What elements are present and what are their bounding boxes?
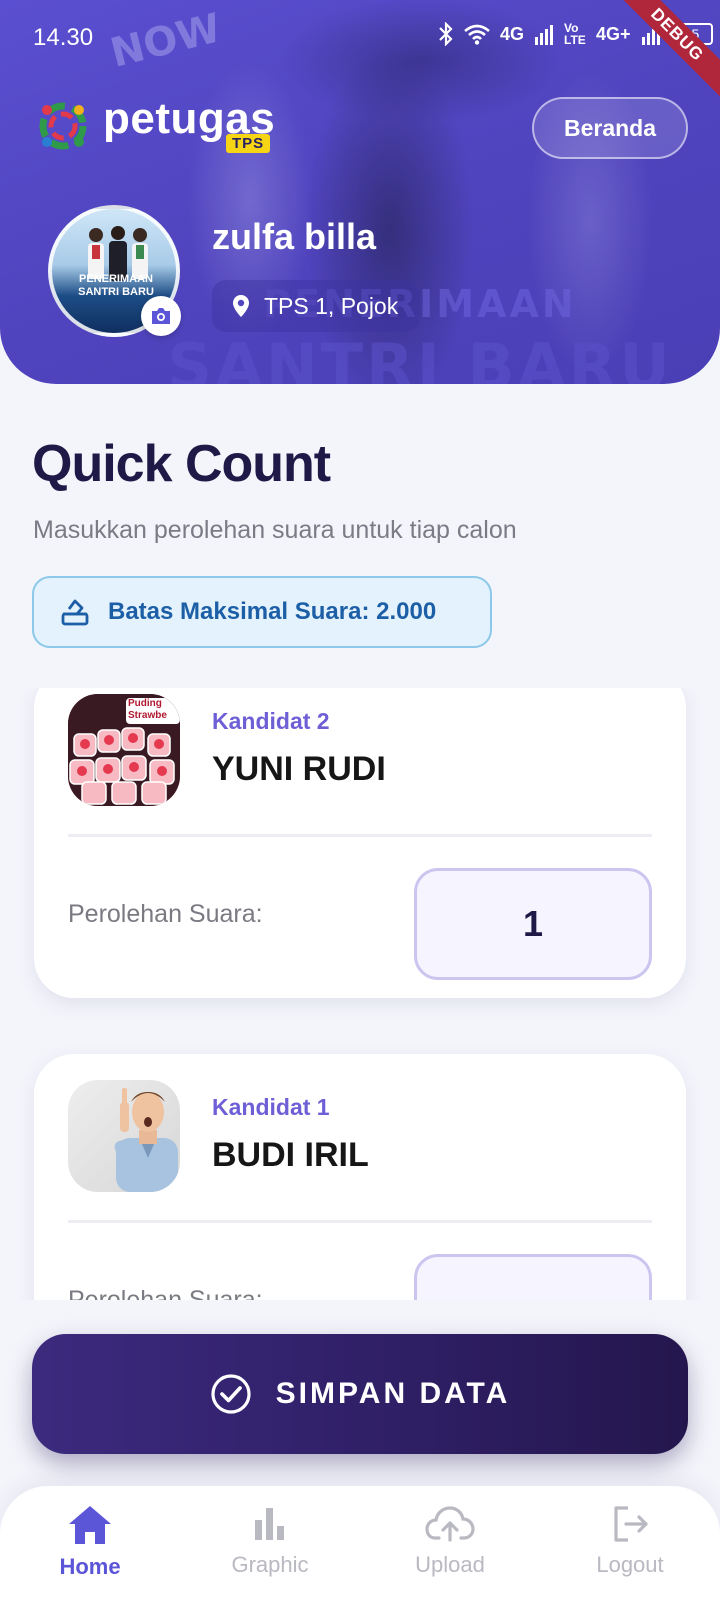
camera-icon xyxy=(152,308,170,324)
divider xyxy=(68,1220,652,1223)
profile-header: NOW PENERIMAAN SANTRI BARU 14.30 4G Vo L… xyxy=(0,0,720,384)
nav-upload-label: Upload xyxy=(415,1552,485,1577)
nav-graphic-label: Graphic xyxy=(231,1552,309,1577)
nav-logout-label: Logout xyxy=(596,1552,664,1577)
vote-limit-info: Batas Maksimal Suara: 2.000 xyxy=(32,576,492,648)
vote-label: Perolehan Suara: xyxy=(68,1286,263,1300)
location-chip: TPS 1, Pojok xyxy=(212,280,421,332)
location-pin-icon xyxy=(233,295,249,317)
candidate-photo-image xyxy=(114,1088,178,1192)
network-label: 4G xyxy=(500,23,525,44)
nav-home-label: Home xyxy=(59,1554,121,1579)
avatar-caption: PENERIMAAN SANTRI BARU xyxy=(78,273,154,298)
divider xyxy=(68,834,652,837)
bar-chart-icon xyxy=(255,1508,284,1540)
candidate-photo xyxy=(68,1080,180,1192)
page-subtitle: Masukkan perolehan suara untuk tiap calo… xyxy=(33,516,517,544)
cloud-upload-icon xyxy=(425,1506,475,1542)
candidate-photo-caption: Puding Strawbe xyxy=(128,698,167,721)
network2-label: 4G+ xyxy=(596,23,631,44)
candidate-card: Puding Strawbe Kandidat 2 YUNI RUDI Pero… xyxy=(34,688,686,998)
logo-mark-icon xyxy=(39,102,87,150)
candidate-list[interactable]: Puding Strawbe Kandidat 2 YUNI RUDI Pero… xyxy=(0,688,720,1300)
status-bar: 14.30 4G Vo LTE 4G+ 15 DEBUG xyxy=(0,0,720,105)
bluetooth-icon xyxy=(439,22,453,46)
bottom-navigation: Home Graphic Upload Logout xyxy=(0,1486,720,1600)
nav-logout[interactable]: Logout xyxy=(560,1504,700,1594)
save-data-button[interactable]: SIMPAN DATA xyxy=(32,1334,688,1454)
check-circle-icon xyxy=(211,1374,251,1414)
vote-label: Perolehan Suara: xyxy=(68,900,263,928)
candidate-photo: Puding Strawbe xyxy=(68,694,180,806)
logo-badge: TPS xyxy=(226,134,271,153)
vote-input[interactable]: 1 xyxy=(414,868,652,980)
location-label: TPS 1, Pojok xyxy=(264,292,399,319)
wifi-icon xyxy=(464,24,490,45)
nav-graphic[interactable]: Graphic xyxy=(200,1504,340,1594)
vote-input[interactable] xyxy=(414,1254,652,1300)
candidate-name: YUNI RUDI xyxy=(212,750,386,788)
nav-home[interactable]: Home xyxy=(20,1504,160,1594)
nav-upload[interactable]: Upload xyxy=(380,1504,520,1594)
vote-limit-label: Batas Maksimal Suara: 2.000 xyxy=(108,598,437,625)
ballot-box-icon xyxy=(61,599,89,626)
logout-icon xyxy=(614,1506,648,1542)
background-photo-text: SANTRI BARU xyxy=(167,330,673,384)
signal-icon xyxy=(535,25,554,45)
volte-label: Vo LTE xyxy=(564,21,586,47)
page-title: Quick Count xyxy=(32,435,331,493)
app-logo: petugas TPS xyxy=(33,94,275,158)
candidate-number: Kandidat 1 xyxy=(212,1094,330,1120)
candidate-card: Kandidat 1 BUDI IRIL Perolehan Suara: xyxy=(34,1054,686,1300)
status-time: 14.30 xyxy=(33,24,94,51)
candidate-number: Kandidat 2 xyxy=(212,708,330,734)
candidate-name: BUDI IRIL xyxy=(212,1136,369,1174)
home-icon xyxy=(69,1506,111,1544)
user-name: zulfa billa xyxy=(212,216,377,257)
home-button[interactable]: Beranda xyxy=(532,97,688,159)
change-photo-button[interactable] xyxy=(141,296,181,336)
save-button-label: SIMPAN DATA xyxy=(275,1377,511,1410)
